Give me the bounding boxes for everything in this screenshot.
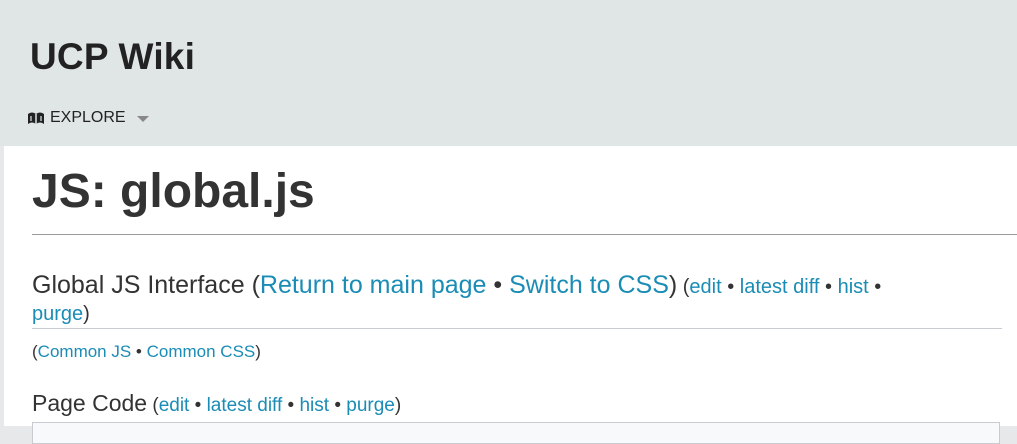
page-code-edit-link[interactable]: edit — [159, 395, 190, 416]
page-title: JS: global.js — [32, 165, 315, 218]
interface-heading-text: Global JS Interface — [32, 271, 245, 299]
page-content: JS: global.js Global JS Interface (Retur… — [4, 146, 1017, 444]
page-code-hist-link[interactable]: hist — [299, 395, 329, 416]
interface-heading: Global JS Interface (Return to main page… — [32, 270, 1017, 302]
bullet: • — [721, 276, 740, 298]
latest-diff-link[interactable]: latest diff — [740, 276, 820, 298]
hist-link[interactable]: hist — [838, 276, 869, 298]
bullet: • — [131, 342, 147, 361]
explore-label: EXPLORE — [50, 109, 126, 126]
paren-close: ) — [255, 342, 261, 361]
bullet: • — [819, 276, 838, 298]
page-code-latest-diff-link[interactable]: latest diff — [207, 395, 283, 416]
wiki-name[interactable]: UCP Wiki — [30, 36, 195, 78]
bullet: • — [189, 395, 207, 416]
page-code-purge-link[interactable]: purge — [346, 395, 395, 416]
common-css-link[interactable]: Common CSS — [147, 342, 256, 361]
bullet: • — [486, 271, 510, 299]
bullet: • — [868, 276, 882, 298]
page-code-heading: Page Code (edit • latest diff • hist • p… — [32, 389, 401, 420]
paren-close: ) — [668, 271, 678, 299]
paren-open: ( — [147, 395, 159, 416]
explore-menu[interactable]: EXPLORE — [27, 109, 149, 127]
book-icon — [28, 112, 44, 124]
edit-link[interactable]: edit — [689, 276, 721, 298]
interface-heading-wrap: purge) — [32, 302, 90, 326]
common-js-link[interactable]: Common JS — [38, 342, 132, 361]
bullet: • — [329, 395, 347, 416]
paren-open: ( — [244, 271, 260, 299]
return-to-main-page-link[interactable]: Return to main page — [260, 271, 487, 299]
switch-to-css-link[interactable]: Switch to CSS — [509, 271, 669, 299]
bullet: • — [282, 395, 300, 416]
chevron-down-icon — [136, 116, 149, 122]
page-code-heading-text: Page Code — [32, 390, 148, 416]
tools-paren-close: ) — [83, 303, 90, 325]
wiki-header: UCP Wiki EXPLORE — [0, 0, 1017, 146]
title-divider — [32, 234, 1017, 235]
paren-close: ) — [394, 395, 402, 416]
code-block[interactable] — [32, 422, 1000, 444]
common-links: (Common JS • Common CSS) — [32, 342, 261, 362]
heading-divider — [32, 328, 1002, 329]
purge-link[interactable]: purge — [32, 303, 83, 325]
tools-paren-open: ( — [677, 276, 690, 298]
